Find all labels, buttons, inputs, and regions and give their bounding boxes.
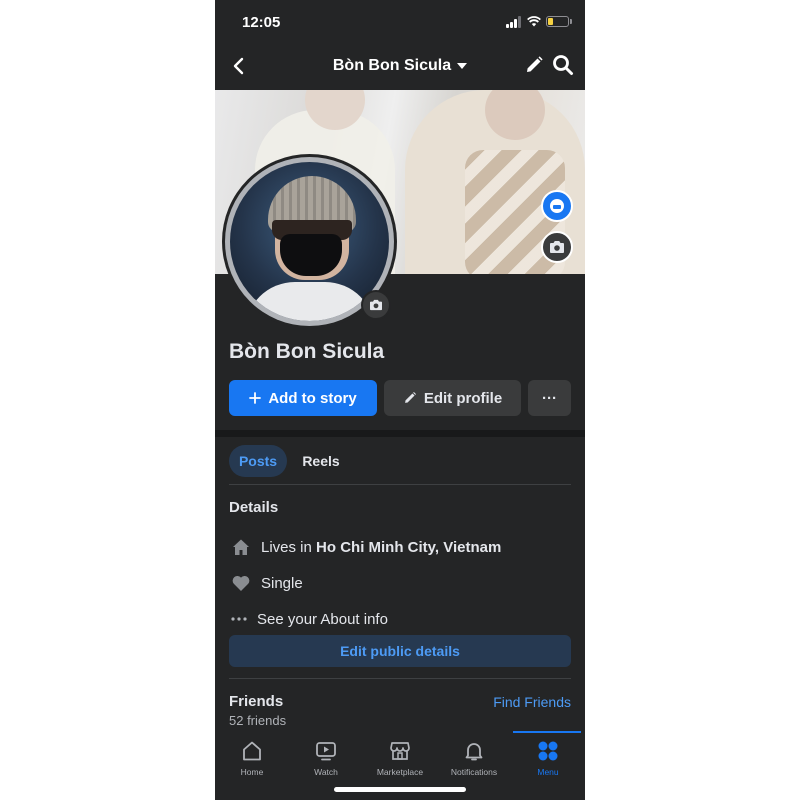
status-bar: 12:05 bbox=[215, 0, 585, 44]
see-about-info-link[interactable]: See your About info bbox=[231, 609, 388, 629]
tab-watch[interactable]: Watch bbox=[289, 739, 363, 777]
menu-grid-icon bbox=[538, 741, 558, 761]
edit-profile-label: Edit profile bbox=[423, 389, 503, 407]
cellular-signal-icon bbox=[506, 16, 522, 28]
more-dots-icon bbox=[231, 617, 247, 621]
details-title: Details bbox=[229, 499, 279, 516]
camera-icon bbox=[550, 241, 564, 253]
avatar-face-icon bbox=[550, 199, 564, 213]
tab-notifications[interactable]: Notifications bbox=[437, 739, 511, 777]
section-divider bbox=[215, 430, 585, 437]
wifi-icon bbox=[527, 16, 541, 27]
more-icon: ··· bbox=[542, 389, 557, 407]
active-tab-indicator bbox=[513, 731, 581, 733]
detail-relationship: Single bbox=[231, 573, 303, 593]
tab-marketplace[interactable]: Marketplace bbox=[363, 739, 437, 777]
friends-title: Friends bbox=[229, 693, 284, 710]
edit-profile-picture-button[interactable] bbox=[361, 290, 391, 320]
tab-posts[interactable]: Posts bbox=[229, 445, 287, 477]
edit-cover-photo-button[interactable] bbox=[541, 231, 573, 263]
add-to-story-button[interactable]: Add to story bbox=[229, 380, 377, 416]
home-icon bbox=[243, 741, 261, 761]
more-options-button[interactable]: ··· bbox=[528, 380, 571, 416]
find-friends-link[interactable]: Find Friends bbox=[493, 694, 571, 710]
watch-icon bbox=[316, 742, 336, 761]
top-nav-bar: Bòn Bon Sicula bbox=[215, 44, 585, 90]
pencil-icon bbox=[404, 391, 416, 403]
plus-icon bbox=[249, 392, 262, 404]
tab-menu[interactable]: Menu bbox=[511, 739, 585, 777]
battery-icon bbox=[546, 16, 569, 27]
status-time: 12:05 bbox=[242, 14, 281, 31]
edit-profile-button[interactable]: Edit profile bbox=[384, 380, 521, 416]
search-icon[interactable] bbox=[552, 54, 574, 76]
divider bbox=[229, 484, 571, 485]
friends-count: 52 friends bbox=[229, 713, 287, 728]
divider bbox=[229, 678, 571, 679]
lives-city: Ho Chi Minh City, Vietnam bbox=[316, 538, 502, 556]
nav-title: Bòn Bon Sicula bbox=[332, 57, 452, 74]
heart-icon bbox=[232, 575, 250, 591]
bell-icon bbox=[465, 743, 483, 761]
tab-reels[interactable]: Reels bbox=[295, 445, 347, 477]
tab-home[interactable]: Home bbox=[215, 739, 289, 777]
pencil-icon[interactable] bbox=[524, 55, 544, 75]
house-icon bbox=[233, 539, 249, 555]
edit-public-details-button[interactable]: Edit public details bbox=[229, 635, 571, 667]
add-to-story-label: Add to story bbox=[268, 389, 357, 407]
phone-screen: 12:05 Bòn Bon Sicula Bòn Bon Sicula Add … bbox=[215, 0, 585, 800]
home-indicator[interactable] bbox=[334, 787, 466, 792]
avatar-button[interactable] bbox=[541, 190, 573, 222]
profile-name: Bòn Bon Sicula bbox=[229, 340, 385, 363]
detail-lives-in: Lives in Ho Chi Minh City, Vietnam bbox=[231, 537, 501, 557]
camera-icon bbox=[370, 299, 382, 311]
marketplace-icon bbox=[390, 742, 410, 760]
caret-down-icon bbox=[457, 63, 468, 69]
